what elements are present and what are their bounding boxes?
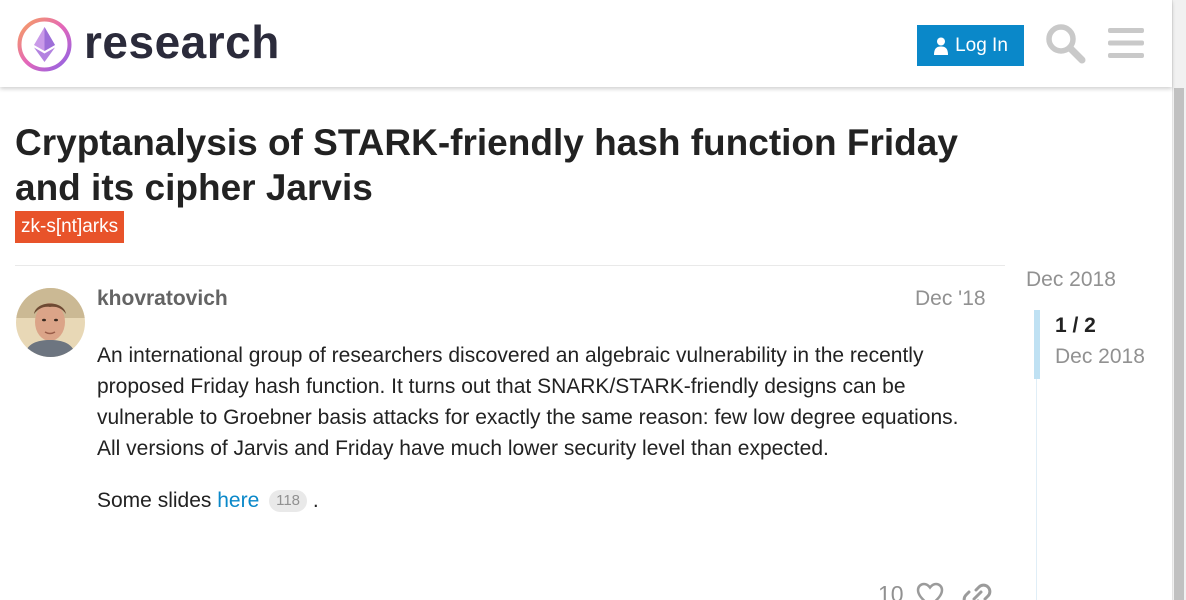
timeline-position[interactable]: 1 / 2 [1055, 312, 1096, 340]
link-click-count: 118 [269, 490, 308, 512]
post-text: . [307, 489, 319, 512]
heart-icon[interactable] [916, 582, 944, 600]
post-date[interactable]: Dec '18 [915, 285, 986, 313]
user-icon [934, 37, 949, 55]
site-header: research Log In [0, 0, 1172, 87]
brand-name[interactable]: research [84, 14, 280, 70]
post-paragraph: Some slides here 118 . [97, 485, 977, 516]
avatar[interactable] [16, 288, 85, 357]
divider [15, 265, 1005, 266]
hamburger-menu-icon[interactable] [1107, 25, 1145, 61]
timeline-current-date: Dec 2018 [1055, 345, 1145, 368]
slides-link[interactable]: here [217, 489, 259, 512]
post-text: Some slides [97, 489, 218, 512]
search-icon[interactable] [1044, 22, 1086, 64]
post-body: An international group of researchers di… [97, 340, 977, 537]
topic-title[interactable]: Cryptanalysis of STARK-friendly hash fun… [15, 120, 1015, 210]
timeline-start-date[interactable]: Dec 2018 [1026, 266, 1116, 294]
like-count[interactable]: 10 [878, 580, 904, 600]
login-button[interactable]: Log In [917, 25, 1024, 66]
link-icon[interactable] [962, 582, 992, 600]
scrollbar-thumb[interactable] [1174, 88, 1184, 600]
post-paragraph: An international group of researchers di… [97, 344, 959, 460]
site-logo[interactable] [16, 16, 73, 73]
topic-tag[interactable]: zk-s[nt]arks [15, 211, 125, 243]
timeline-handle[interactable] [1034, 310, 1040, 379]
post-username[interactable]: khovratovich [97, 285, 228, 313]
login-label: Log In [955, 34, 1008, 56]
